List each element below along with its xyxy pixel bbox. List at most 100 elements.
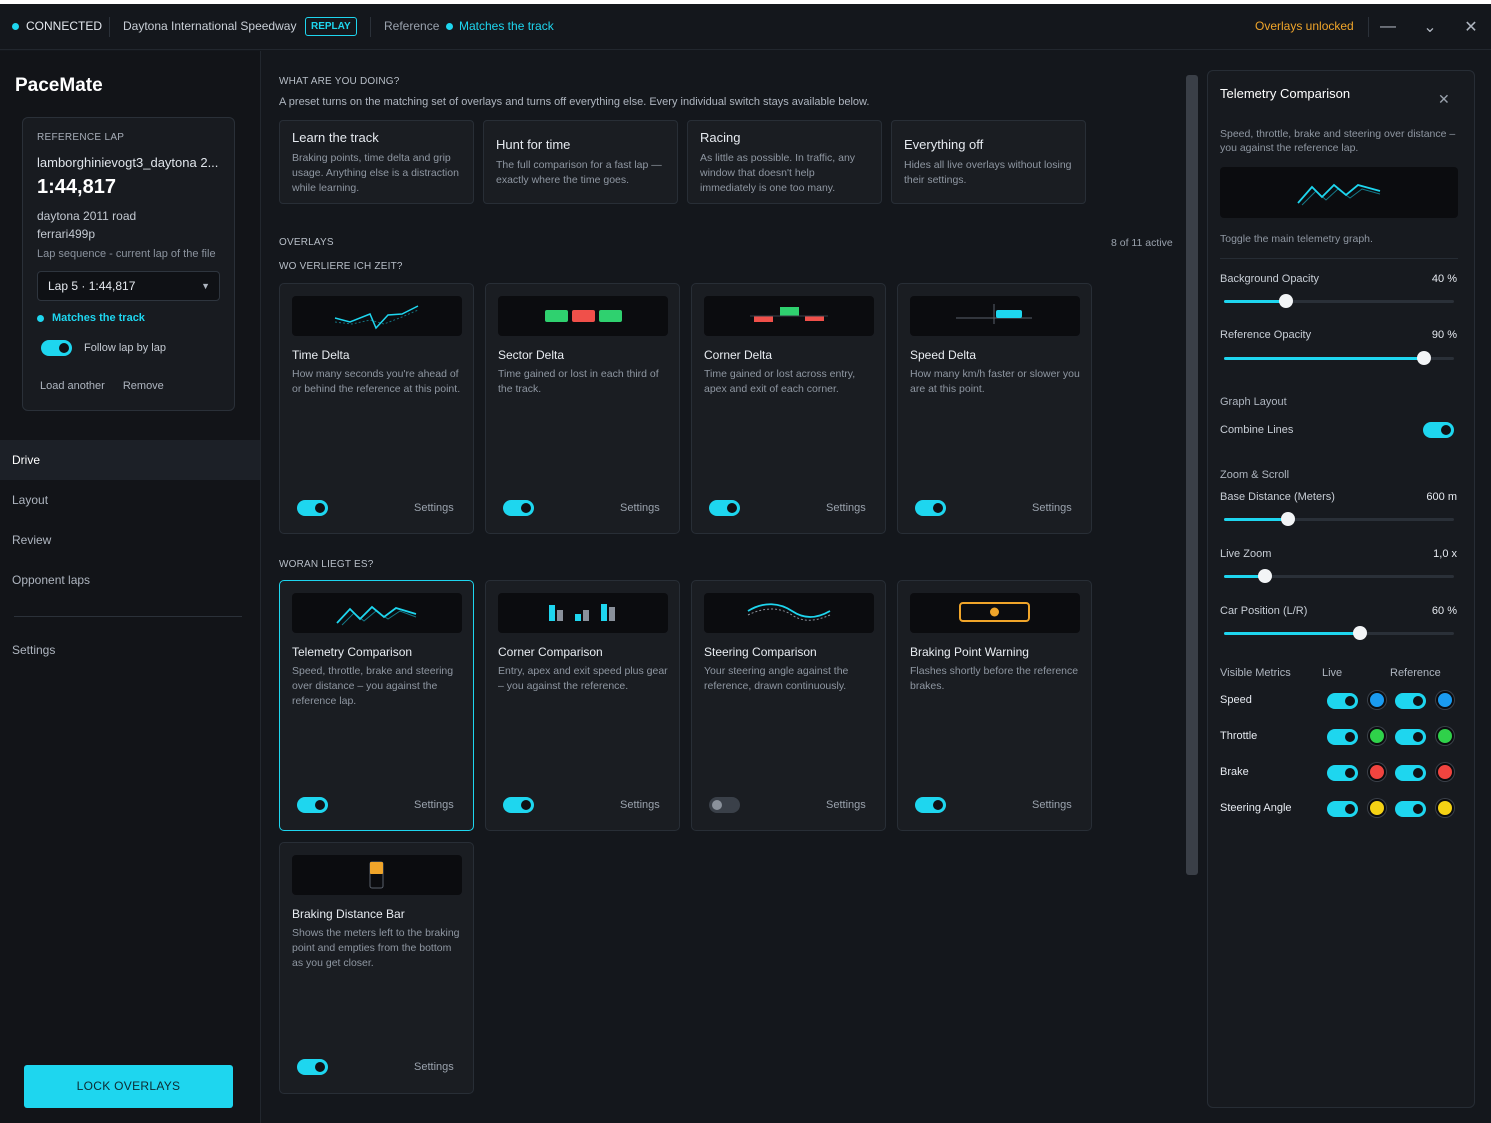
nav-divider — [14, 616, 242, 617]
ref-opacity-slider[interactable] — [1224, 351, 1454, 365]
corner-delta-settings-link[interactable]: Settings — [826, 502, 866, 514]
speed-reference-color-swatch[interactable] — [1436, 691, 1454, 709]
main-content: WHAT ARE YOU DOING? A preset turns on th… — [261, 51, 1198, 1123]
close-window-button[interactable]: ✕ — [1460, 16, 1482, 38]
bg-opacity-slider[interactable] — [1224, 294, 1454, 308]
divider — [1368, 17, 1369, 37]
preset-hunt-for-time[interactable]: Hunt for time The full comparison for a … — [483, 120, 678, 204]
slider-handle[interactable] — [1352, 626, 1367, 640]
corner-comparison-settings-link[interactable]: Settings — [620, 799, 660, 811]
telemetry-comparison-settings-link[interactable]: Settings — [414, 799, 454, 811]
brake-reference-color-swatch[interactable] — [1436, 763, 1454, 781]
braking-point-warning-settings-link[interactable]: Settings — [1032, 799, 1072, 811]
card-description: Time gained or lost in each third of the… — [498, 368, 659, 395]
overlay-card-time-delta[interactable]: Time Delta How many seconds you're ahead… — [279, 283, 474, 534]
sidebar-item-layout[interactable]: Layout — [0, 480, 260, 520]
car-position-label: Car Position (L/R) — [1220, 605, 1308, 617]
track-name: Daytona International Speedway — [123, 19, 297, 33]
reference-lap-card: REFERENCE LAP lamborghinievogt3_daytona … — [22, 117, 235, 411]
braking-warning-icon — [959, 602, 1030, 622]
sidebar-item-drive[interactable]: Drive — [0, 440, 260, 480]
braking-distance-bar-settings-link[interactable]: Settings — [414, 1061, 454, 1073]
live-zoom-slider[interactable] — [1224, 569, 1454, 583]
throttle-reference-toggle[interactable] — [1395, 729, 1426, 745]
collapse-button[interactable]: ⌄ — [1419, 16, 1441, 38]
follow-lap-toggle[interactable] — [41, 340, 72, 356]
sidebar-item-review[interactable]: Review — [0, 520, 260, 560]
steering-live-color-swatch[interactable] — [1368, 799, 1386, 817]
steering-live-toggle[interactable] — [1327, 801, 1358, 817]
card-description: Flashes shortly before the reference bra… — [910, 665, 1079, 692]
brake-live-color-swatch[interactable] — [1368, 763, 1386, 781]
overlay-card-sector-delta[interactable]: Sector Delta Time gained or lost in each… — [485, 283, 680, 534]
throttle-live-color-swatch[interactable] — [1368, 727, 1386, 745]
overlay-card-corner-comparison[interactable]: Corner Comparison Entry, apex and exit s… — [485, 580, 680, 831]
overlays-status[interactable]: Overlays unlocked — [1255, 19, 1354, 33]
remove-link[interactable]: Remove — [123, 380, 164, 392]
overlay-card-steering-comparison[interactable]: Steering Comparison Your steering angle … — [691, 580, 886, 831]
speed-delta-toggle[interactable] — [915, 500, 946, 516]
sidebar-item-settings[interactable]: Settings — [12, 643, 55, 657]
slider-handle[interactable] — [1258, 569, 1273, 583]
braking-distance-bar-toggle[interactable] — [297, 1059, 328, 1075]
throttle-live-toggle[interactable] — [1327, 729, 1358, 745]
card-description: How many km/h faster or slower you are a… — [910, 368, 1080, 395]
minimize-button[interactable]: — — [1377, 16, 1399, 38]
load-another-link[interactable]: Load another — [40, 380, 105, 392]
overlay-card-braking-distance-bar[interactable]: Braking Distance Bar Shows the meters le… — [279, 842, 474, 1094]
slider-handle[interactable] — [1417, 351, 1432, 365]
preset-racing[interactable]: Racing As little as possible. In traffic… — [687, 120, 882, 204]
combine-lines-label: Combine Lines — [1220, 424, 1294, 436]
combine-lines-toggle[interactable] — [1423, 422, 1454, 438]
steering-reference-toggle[interactable] — [1395, 801, 1426, 817]
sidebar-item-opponent-laps[interactable]: Opponent laps — [0, 560, 260, 600]
connection-status: CONNECTED — [12, 19, 102, 33]
time-delta-preview — [292, 296, 462, 336]
live-zoom-value: 1,0 x — [1433, 548, 1457, 560]
slider-handle[interactable] — [1279, 294, 1294, 308]
main-scrollbar[interactable] — [1186, 75, 1198, 875]
sector-bars-icon — [545, 310, 622, 322]
time-delta-settings-link[interactable]: Settings — [414, 502, 454, 514]
preset-description: Hides all live overlays without losing t… — [904, 159, 1072, 186]
group-heading-time-loss: WO VERLIERE ICH ZEIT? — [279, 261, 403, 272]
slider-handle[interactable] — [1281, 512, 1296, 526]
car-position-slider[interactable] — [1224, 626, 1454, 640]
throttle-reference-color-swatch[interactable] — [1436, 727, 1454, 745]
telemetry-comparison-toggle[interactable] — [297, 797, 328, 813]
brake-reference-toggle[interactable] — [1395, 765, 1426, 781]
metric-name: Brake — [1220, 766, 1249, 778]
sector-delta-preview — [498, 296, 668, 336]
braking-point-warning-toggle[interactable] — [915, 797, 946, 813]
steering-comparison-settings-link[interactable]: Settings — [826, 799, 866, 811]
overlay-card-corner-delta[interactable]: Corner Delta Time gained or lost across … — [691, 283, 886, 534]
overlay-card-speed-delta[interactable]: Speed Delta How many km/h faster or slow… — [897, 283, 1092, 534]
ref-opacity-label: Reference Opacity — [1220, 329, 1312, 341]
speed-live-color-swatch[interactable] — [1368, 691, 1386, 709]
panel-description: Speed, throttle, brake and steering over… — [1220, 128, 1456, 154]
preset-learn-track[interactable]: Learn the track Braking points, time del… — [279, 120, 474, 204]
preset-everything-off[interactable]: Everything off Hides all live overlays w… — [891, 120, 1086, 204]
speed-reference-toggle[interactable] — [1395, 693, 1426, 709]
lap-select[interactable]: Lap 5 · 1:44,817 ▼ — [37, 271, 220, 301]
reference-actions: Load another Remove — [40, 380, 164, 392]
overlay-card-braking-point-warning[interactable]: Braking Point Warning Flashes shortly be… — [897, 580, 1092, 831]
divider — [109, 17, 110, 37]
overlay-card-telemetry-comparison[interactable]: Telemetry Comparison Speed, throttle, br… — [279, 580, 474, 831]
speed-delta-settings-link[interactable]: Settings — [1032, 502, 1072, 514]
corner-delta-toggle[interactable] — [709, 500, 740, 516]
brake-live-toggle[interactable] — [1327, 765, 1358, 781]
time-delta-toggle[interactable] — [297, 500, 328, 516]
sector-delta-toggle[interactable] — [503, 500, 534, 516]
steering-reference-color-swatch[interactable] — [1436, 799, 1454, 817]
lock-overlays-button[interactable]: LOCK OVERLAYS — [24, 1065, 233, 1108]
metric-row-brake: Brake — [1220, 763, 1460, 783]
corner-comparison-toggle[interactable] — [503, 797, 534, 813]
panel-preview[interactable] — [1220, 167, 1458, 218]
status-dot-icon — [37, 314, 44, 322]
base-distance-slider[interactable] — [1224, 512, 1454, 526]
steering-comparison-toggle[interactable] — [709, 797, 740, 813]
speed-live-toggle[interactable] — [1327, 693, 1358, 709]
panel-close-button[interactable]: ✕ — [1438, 91, 1450, 108]
sector-delta-settings-link[interactable]: Settings — [620, 502, 660, 514]
